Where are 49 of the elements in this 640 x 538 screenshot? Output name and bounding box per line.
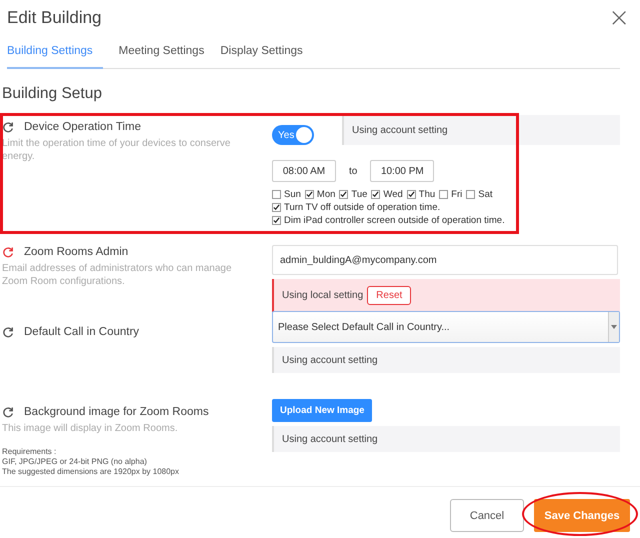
section-title: Building Setup: [2, 85, 103, 103]
dialog-title: Edit Building: [7, 8, 102, 28]
setting-title: Zoom Rooms Admin: [24, 246, 128, 258]
reset-button[interactable]: Reset: [367, 286, 412, 305]
to-label: to: [349, 166, 358, 176]
checkbox[interactable]: [272, 190, 281, 199]
day-label: Wed: [383, 188, 403, 201]
requirement-text: Requirements :: [2, 447, 58, 457]
setting-description: Email addresses of administrators who can manage Zoom Room configurations.: [2, 262, 233, 288]
day-label: Mon: [316, 188, 336, 201]
day-label: Tue: [351, 188, 368, 201]
refresh-icon[interactable]: [2, 326, 14, 338]
checkbox[interactable]: [272, 203, 281, 212]
checkbox[interactable]: [466, 190, 476, 199]
refresh-icon[interactable]: [2, 246, 14, 258]
day-label: Sat: [478, 188, 493, 201]
checkbox[interactable]: [339, 190, 348, 199]
status-text: Using account setting: [282, 434, 378, 444]
caret-icon: [611, 325, 617, 329]
cancel-button[interactable]: Cancel: [450, 499, 524, 532]
country-dropdown[interactable]: Please Select Default Call in Country...: [272, 311, 620, 343]
option-label: Dim iPad controller screen outside of operation time.: [284, 214, 505, 227]
setting-title: Background image for Zoom Rooms: [24, 406, 209, 418]
day-label: Sun: [284, 188, 301, 201]
status-text: Using account setting: [352, 124, 448, 136]
email-field[interactable]: admin_buldingA@mycompany.com: [272, 245, 618, 275]
checkbox[interactable]: [371, 190, 380, 199]
requirement-text: The suggested dimensions are 1920px by 1080px: [2, 467, 180, 477]
checkbox[interactable]: [304, 190, 314, 199]
checkbox[interactable]: [406, 190, 416, 199]
checkbox[interactable]: [439, 190, 448, 199]
refresh-icon[interactable]: [2, 121, 14, 133]
setting-description: Limit the operation time of your devices to conserve energy.: [2, 137, 232, 163]
refresh-icon[interactable]: [2, 406, 14, 418]
checkbox[interactable]: [272, 216, 281, 225]
time-field[interactable]: 08:00 AM: [272, 160, 336, 182]
close-button[interactable]: ×: [608, 7, 630, 29]
status-text: Using account setting: [282, 354, 378, 366]
day-label: Fri: [451, 188, 462, 201]
option-label: Turn TV off outside of operation time.: [284, 201, 440, 214]
status-text: Using local setting: [282, 290, 364, 301]
day-label: Thu: [418, 188, 436, 201]
time-field[interactable]: 10:00 PM: [370, 160, 434, 182]
tab[interactable]: Meeting Settings: [118, 41, 204, 69]
setting-title: Device Operation Time: [24, 121, 141, 133]
tab[interactable]: Display Settings: [220, 41, 303, 69]
setting-title: Default Call in Country: [24, 326, 140, 338]
requirement-text: GIF, JPG/JPEG or 24-bit PNG (no alpha): [2, 457, 148, 467]
setting-description: This image will display in Zoom Rooms.: [2, 422, 179, 435]
